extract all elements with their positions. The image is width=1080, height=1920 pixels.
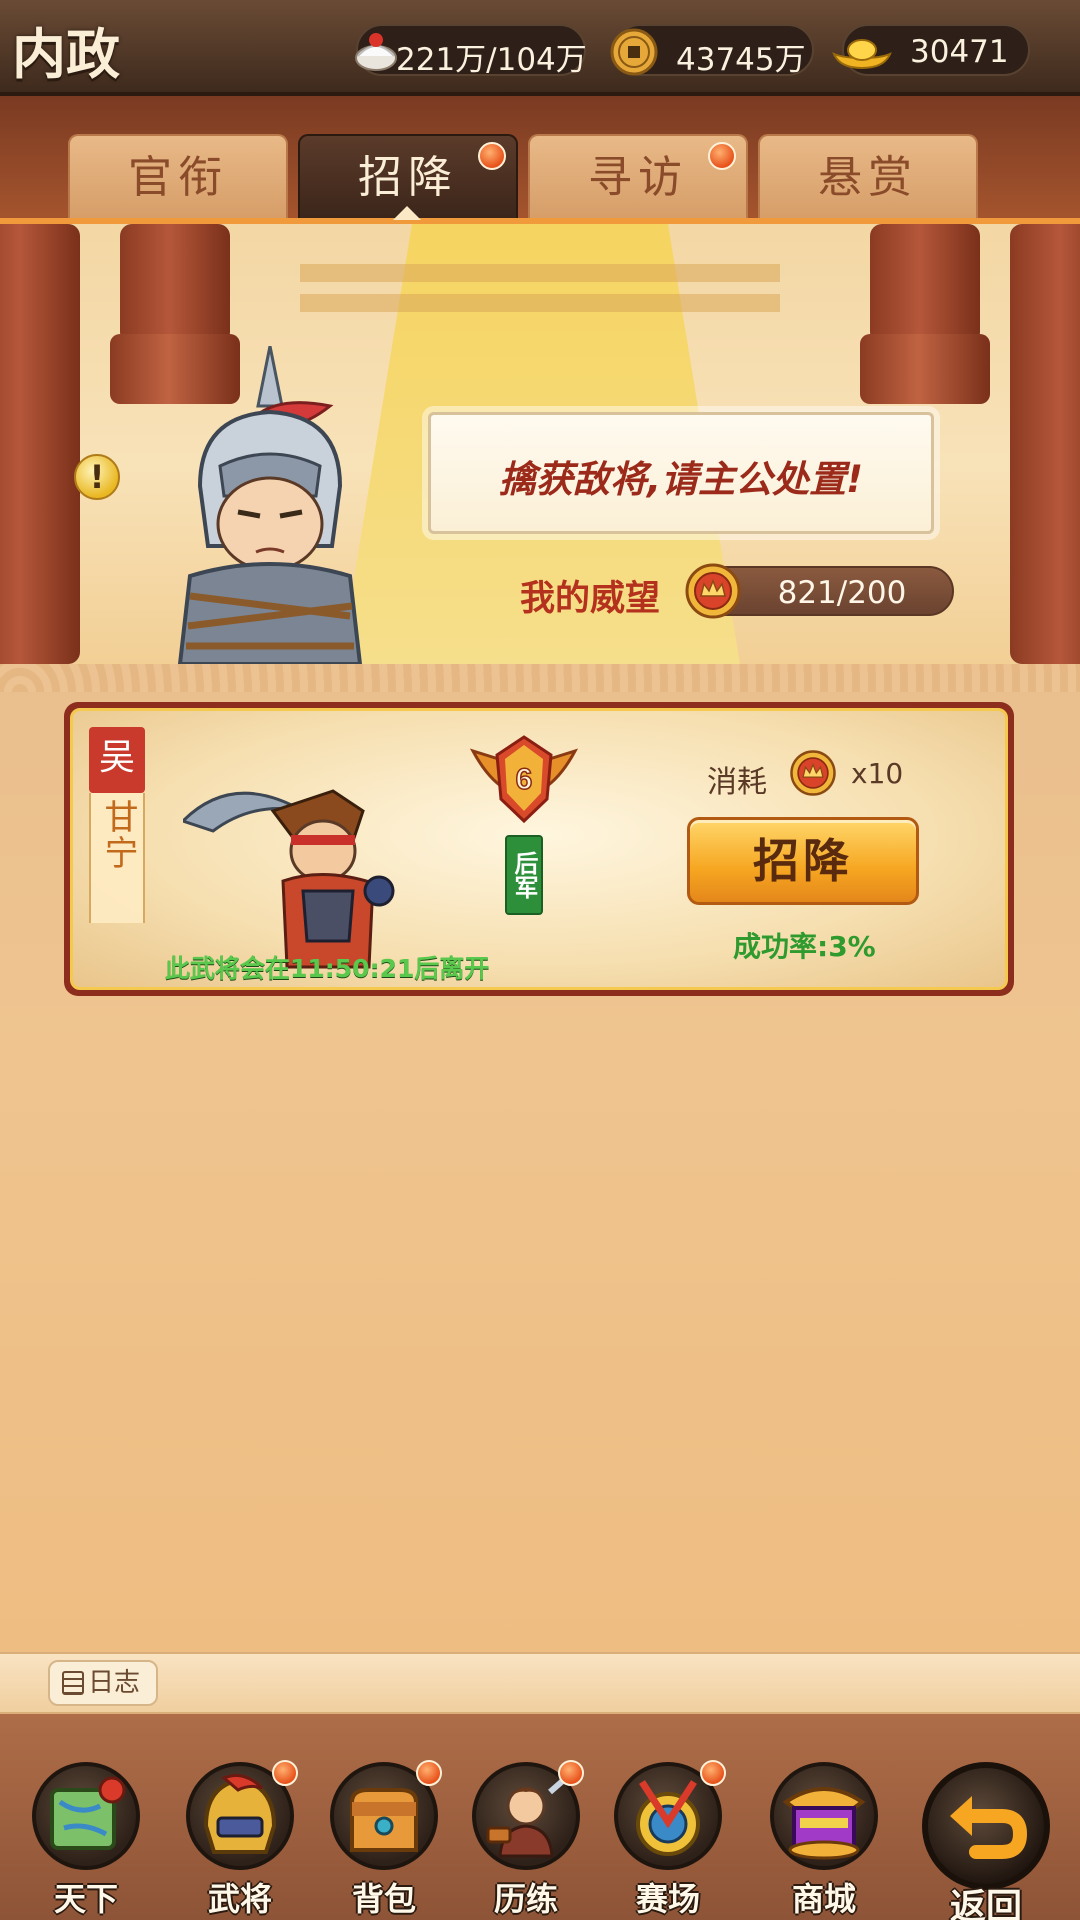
- nav-label: 赛场: [635, 1880, 700, 1918]
- cost-label: 消耗: [707, 765, 767, 800]
- log-bar: [0, 1652, 1080, 1714]
- cost-quantity: x10: [851, 757, 904, 790]
- pillar: [120, 224, 230, 344]
- tab-label: 悬赏: [818, 152, 918, 203]
- notification-dot: [700, 1760, 726, 1786]
- captive-general-illustration: [177, 346, 363, 664]
- log-label: 日志: [88, 1668, 141, 1698]
- back-button[interactable]: 返回: [918, 1762, 1054, 1920]
- rank-wings-badge: 6: [469, 735, 579, 824]
- nav-generals[interactable]: 武将: [180, 1760, 300, 1920]
- nav-bag[interactable]: 背包: [324, 1760, 444, 1920]
- copper-resource: 43745万: [610, 24, 814, 78]
- tab-label: 寻访: [588, 152, 688, 203]
- log-list-icon: [62, 1671, 84, 1695]
- rank-number: 6: [516, 763, 533, 796]
- nav-training[interactable]: 历练: [466, 1760, 586, 1920]
- tab-search[interactable]: 寻访: [528, 134, 748, 220]
- tab-label: 招降: [358, 152, 458, 203]
- stair-step: [300, 294, 780, 312]
- nav-label: 商城: [791, 1880, 856, 1918]
- nav-label: 天下: [53, 1880, 118, 1918]
- notification-dot: [272, 1760, 298, 1786]
- general-name: 甘宁: [98, 799, 138, 871]
- copper-coin-icon: [610, 28, 658, 76]
- pillar: [1010, 224, 1080, 664]
- pillar-base: [860, 334, 990, 404]
- stair-step: [300, 264, 780, 282]
- panel-wave-border: [0, 664, 1080, 692]
- nav-label: 背包: [351, 1880, 416, 1918]
- app-root: 内政 221万/104万 43745万 30471 官衔 招降 寻访 悬赏 ! …: [0, 0, 1080, 1920]
- top-bar: 内政 221万/104万 43745万 30471: [0, 0, 1080, 96]
- active-tab-pointer: [393, 206, 421, 220]
- return-arrow-icon: [950, 1796, 1028, 1859]
- nav-label: 武将: [207, 1880, 272, 1918]
- arena-icon: [636, 1780, 700, 1856]
- nav-label: 历练: [493, 1880, 558, 1918]
- map-icon: [50, 1776, 126, 1850]
- helmet-icon: [203, 1774, 277, 1854]
- shop-icon: [782, 1787, 866, 1860]
- recruit-button[interactable]: 招降: [687, 817, 919, 905]
- tab-official-rank[interactable]: 官衔: [68, 134, 288, 220]
- general-name-strip: 甘宁: [89, 793, 145, 923]
- leave-timer: 此武将会在11:50:21后离开: [165, 954, 490, 983]
- speech-scroll: 擒获敌将,请主公处置!: [428, 412, 934, 534]
- troop-type-tag: 后军: [505, 835, 543, 915]
- gold-value: 30471: [910, 34, 1009, 70]
- gold-ingot-icon: [832, 39, 892, 70]
- exclamation-glyph: !: [89, 458, 105, 496]
- bag-icon: [350, 1788, 418, 1852]
- exclamation-icon[interactable]: !: [74, 454, 120, 500]
- log-button[interactable]: 日志: [48, 1660, 158, 1706]
- food-resource: 221万/104万: [355, 24, 587, 78]
- notification-dot: [708, 142, 736, 170]
- notification-dot: [416, 1760, 442, 1786]
- tab-bounty[interactable]: 悬赏: [758, 134, 978, 220]
- prestige-label: 我的威望: [520, 579, 661, 619]
- page-title: 内政: [12, 23, 120, 86]
- back-label: 返回: [949, 1887, 1022, 1920]
- nav-world[interactable]: 天下: [26, 1762, 146, 1920]
- prestige-medal-icon: [685, 563, 741, 619]
- food-value: 221万/104万: [396, 42, 587, 78]
- pillar: [870, 224, 980, 344]
- card-inner: 吴 甘宁 此武将会在11:50:21后离开 6 后军 消耗 x10 招降 成功率…: [70, 708, 1008, 990]
- nav-arena[interactable]: 赛场: [608, 1760, 728, 1920]
- success-rate: 成功率:3%: [733, 930, 876, 963]
- capture-message: 擒获敌将,请主公处置!: [499, 458, 863, 501]
- copper-value: 43745万: [676, 42, 806, 78]
- notification-dot: [478, 142, 506, 170]
- notification-dot: [558, 1760, 584, 1786]
- faction-tag: 吴: [89, 727, 145, 793]
- captive-general-card: 吴 甘宁 此武将会在11:50:21后离开 6 后军 消耗 x10 招降 成功率…: [64, 702, 1014, 996]
- prestige-medal-icon: [790, 750, 836, 796]
- tab-label: 官衔: [128, 152, 228, 203]
- nav-shop[interactable]: 商城: [764, 1762, 884, 1920]
- pillar: [0, 224, 80, 664]
- gold-resource: 30471: [832, 24, 1030, 76]
- training-icon: [486, 1775, 568, 1858]
